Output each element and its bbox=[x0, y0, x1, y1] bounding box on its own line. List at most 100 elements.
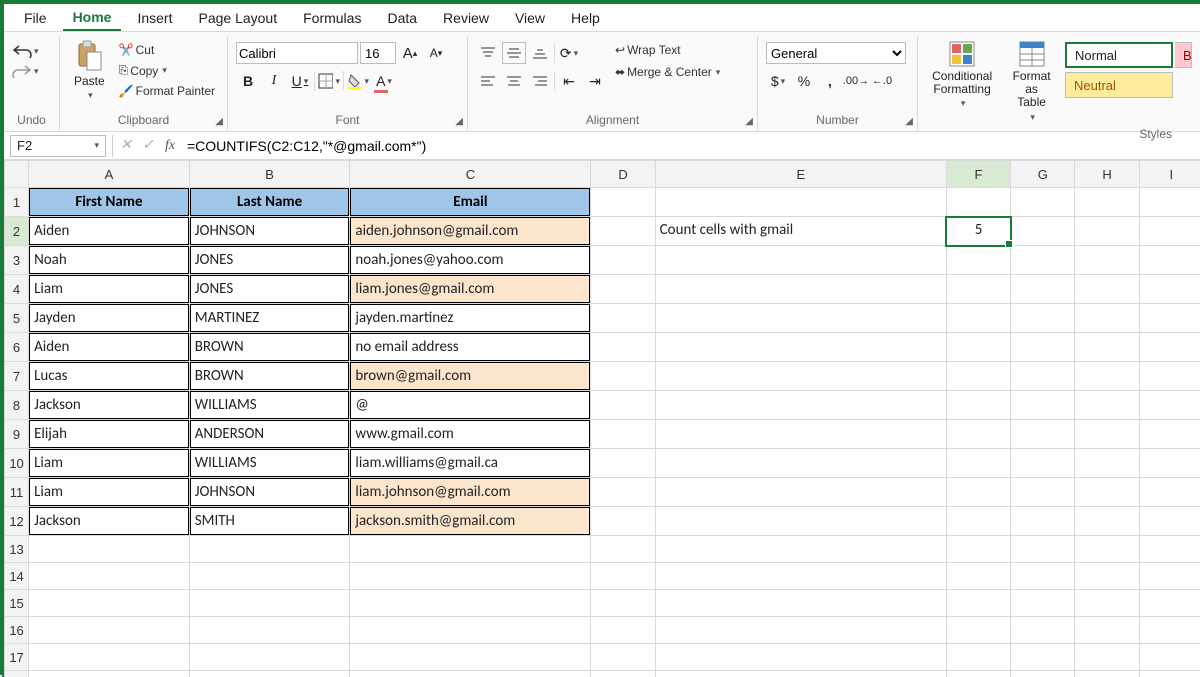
cell-C9[interactable]: www.gmail.com bbox=[350, 420, 591, 449]
cell-G8[interactable] bbox=[1011, 391, 1075, 420]
col-header-I[interactable]: I bbox=[1139, 161, 1200, 188]
cell-C2[interactable]: aiden.johnson@gmail.com bbox=[350, 217, 591, 246]
cell-E16[interactable] bbox=[655, 617, 946, 644]
cell-style-neutral[interactable]: Neutral bbox=[1065, 72, 1173, 98]
cell-E3[interactable] bbox=[655, 246, 946, 275]
cell-F1[interactable] bbox=[946, 188, 1010, 217]
cell-A9[interactable]: Elijah bbox=[29, 420, 190, 449]
row-header-18[interactable]: 18 bbox=[5, 671, 29, 677]
cell-E9[interactable] bbox=[655, 420, 946, 449]
cell-A2[interactable]: Aiden bbox=[29, 217, 190, 246]
cell-H4[interactable] bbox=[1075, 275, 1139, 304]
row-header-1[interactable]: 1 bbox=[5, 188, 29, 217]
paste-button[interactable]: Paste ▾ bbox=[68, 38, 111, 103]
cell-C18[interactable] bbox=[350, 671, 591, 677]
cell-E17[interactable] bbox=[655, 644, 946, 671]
cell-G11[interactable] bbox=[1011, 478, 1075, 507]
menu-formulas[interactable]: Formulas bbox=[293, 6, 371, 30]
menu-home[interactable]: Home bbox=[63, 5, 122, 31]
col-header-E[interactable]: E bbox=[655, 161, 946, 188]
cell-E6[interactable] bbox=[655, 333, 946, 362]
cell-I10[interactable] bbox=[1139, 449, 1200, 478]
redo-icon[interactable]: ▾ bbox=[12, 64, 39, 78]
cell-G3[interactable] bbox=[1011, 246, 1075, 275]
cell-F5[interactable] bbox=[946, 304, 1010, 333]
cell-I2[interactable] bbox=[1139, 217, 1200, 246]
cell-E5[interactable] bbox=[655, 304, 946, 333]
cell-B3[interactable]: JONES bbox=[189, 246, 350, 275]
cell-F9[interactable] bbox=[946, 420, 1010, 449]
percent-format-icon[interactable]: % bbox=[792, 70, 816, 92]
menu-help[interactable]: Help bbox=[561, 6, 610, 30]
cell-I4[interactable] bbox=[1139, 275, 1200, 304]
decrease-font-icon[interactable]: A▾ bbox=[424, 42, 448, 64]
cell-H6[interactable] bbox=[1075, 333, 1139, 362]
cell-F15[interactable] bbox=[946, 590, 1010, 617]
row-header-17[interactable]: 17 bbox=[5, 644, 29, 671]
align-bottom-icon[interactable] bbox=[528, 42, 552, 64]
cell-E14[interactable] bbox=[655, 563, 946, 590]
cell-H7[interactable] bbox=[1075, 362, 1139, 391]
borders-button[interactable]: ▾ bbox=[317, 70, 341, 92]
cell-D16[interactable] bbox=[591, 617, 655, 644]
cell-A1[interactable]: First Name bbox=[29, 188, 190, 217]
cell-A6[interactable]: Aiden bbox=[29, 333, 190, 362]
cell-G1[interactable] bbox=[1011, 188, 1075, 217]
fill-color-button[interactable]: ▾ bbox=[346, 70, 370, 92]
align-right-icon[interactable] bbox=[528, 70, 552, 92]
cell-H10[interactable] bbox=[1075, 449, 1139, 478]
cell-I7[interactable] bbox=[1139, 362, 1200, 391]
cell-F8[interactable] bbox=[946, 391, 1010, 420]
row-header-7[interactable]: 7 bbox=[5, 362, 29, 391]
cell-D12[interactable] bbox=[591, 507, 655, 536]
cancel-formula-icon[interactable]: ✕ bbox=[115, 135, 137, 157]
cell-C16[interactable] bbox=[350, 617, 591, 644]
cut-button[interactable]: ✂️Cut bbox=[117, 42, 157, 58]
name-box[interactable]: F2▾ bbox=[10, 135, 106, 157]
cell-H15[interactable] bbox=[1075, 590, 1139, 617]
col-header-B[interactable]: B bbox=[189, 161, 350, 188]
increase-decimal-icon[interactable]: .00→ bbox=[844, 70, 868, 92]
cell-I18[interactable] bbox=[1139, 671, 1200, 677]
comma-format-icon[interactable]: , bbox=[818, 70, 842, 92]
cell-G16[interactable] bbox=[1011, 617, 1075, 644]
cell-D15[interactable] bbox=[591, 590, 655, 617]
cell-D10[interactable] bbox=[591, 449, 655, 478]
row-header-14[interactable]: 14 bbox=[5, 563, 29, 590]
cell-G12[interactable] bbox=[1011, 507, 1075, 536]
cell-I3[interactable] bbox=[1139, 246, 1200, 275]
col-header-D[interactable]: D bbox=[591, 161, 655, 188]
cell-I9[interactable] bbox=[1139, 420, 1200, 449]
cell-A5[interactable]: Jayden bbox=[29, 304, 190, 333]
accounting-format-icon[interactable]: $▾ bbox=[766, 70, 790, 92]
cell-E8[interactable] bbox=[655, 391, 946, 420]
cell-I14[interactable] bbox=[1139, 563, 1200, 590]
cell-G13[interactable] bbox=[1011, 536, 1075, 563]
cell-A7[interactable]: Lucas bbox=[29, 362, 190, 391]
cell-C6[interactable]: no email address bbox=[350, 333, 591, 362]
underline-button[interactable]: U▾ bbox=[288, 70, 312, 92]
copy-button[interactable]: ⎘Copy▾ bbox=[117, 62, 169, 79]
row-header-12[interactable]: 12 bbox=[5, 507, 29, 536]
cell-H3[interactable] bbox=[1075, 246, 1139, 275]
cell-H9[interactable] bbox=[1075, 420, 1139, 449]
menu-data[interactable]: Data bbox=[377, 6, 427, 30]
cell-B8[interactable]: WILLIAMS bbox=[189, 391, 350, 420]
cell-B1[interactable]: Last Name bbox=[189, 188, 350, 217]
row-header-5[interactable]: 5 bbox=[5, 304, 29, 333]
alignment-launcher-icon[interactable]: ◢ bbox=[745, 116, 753, 127]
cell-G9[interactable] bbox=[1011, 420, 1075, 449]
chevron-down-icon[interactable]: ▾ bbox=[94, 140, 99, 151]
row-header-16[interactable]: 16 bbox=[5, 617, 29, 644]
cell-D17[interactable] bbox=[591, 644, 655, 671]
row-header-4[interactable]: 4 bbox=[5, 275, 29, 304]
font-launcher-icon[interactable]: ◢ bbox=[455, 116, 463, 127]
row-header-9[interactable]: 9 bbox=[5, 420, 29, 449]
cell-E12[interactable] bbox=[655, 507, 946, 536]
col-header-H[interactable]: H bbox=[1075, 161, 1139, 188]
cell-G5[interactable] bbox=[1011, 304, 1075, 333]
menu-file[interactable]: File bbox=[14, 6, 57, 30]
align-top-icon[interactable] bbox=[476, 42, 500, 64]
cell-B13[interactable] bbox=[189, 536, 350, 563]
align-middle-icon[interactable] bbox=[502, 42, 526, 64]
